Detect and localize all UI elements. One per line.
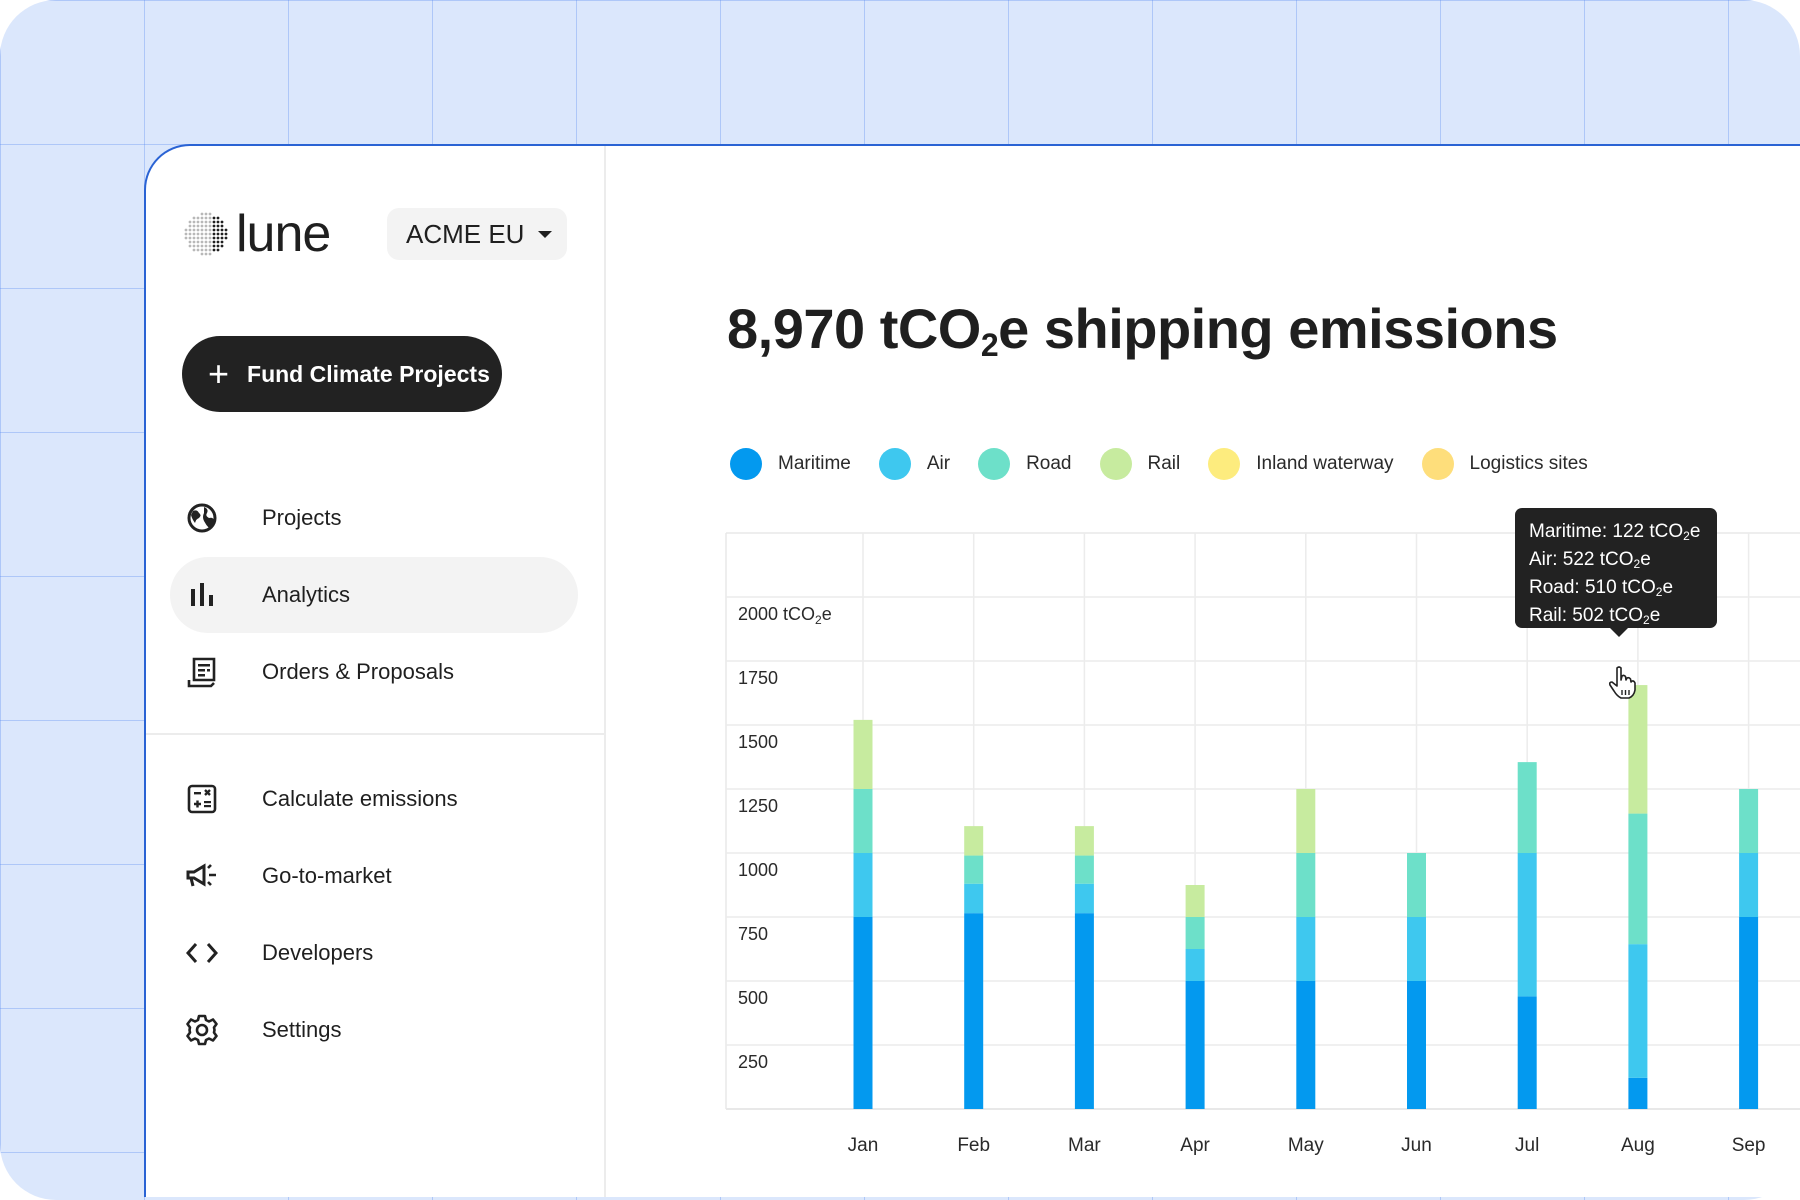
bar-segment-air [1296, 917, 1316, 981]
x-tick-label: Aug [1621, 1135, 1655, 1156]
org-selector-label: ACME EU [406, 218, 525, 249]
sidebar-item-go-to-market[interactable]: Go-to-market [170, 838, 578, 914]
sidebar-item-label: Analytics [262, 582, 351, 607]
bar-segment-road [1296, 853, 1316, 917]
y-tick-label: 1500 [738, 732, 778, 752]
megaphone-icon [184, 858, 220, 894]
logo-text: lune [236, 205, 331, 263]
bar-segment-maritime [964, 913, 984, 1109]
tooltip-line: Road: 510 tCO2e [1529, 577, 1674, 599]
chart-tooltip: Maritime: 122 tCO2e Air: 522 tCO2e Road: 5… [1515, 508, 1717, 637]
y-tick-label: 500 [738, 988, 768, 1008]
y-tick-label: 750 [738, 924, 768, 944]
hand-pointer-cursor-icon [1608, 666, 1636, 699]
receipt-icon [184, 654, 220, 690]
bar-segment-rail [1628, 685, 1648, 814]
sidebar-divider [146, 733, 606, 735]
sidebar-item-analytics[interactable]: Analytics [170, 557, 578, 633]
sidebar-item-projects[interactable]: Projects [170, 480, 578, 556]
bar-segment-air [1628, 944, 1648, 1078]
bar-segment-road [853, 789, 873, 853]
sidebar-item-label: Settings [262, 1017, 342, 1042]
sidebar-item-label: Calculate emissions [262, 786, 458, 811]
sidebar-item-calculate-emissions[interactable]: Calculate emissions [170, 761, 578, 837]
gear-icon [184, 1012, 220, 1048]
bar-segment-maritime [1739, 917, 1759, 1109]
bar-segment-road [1628, 813, 1648, 945]
sidebar-item-label: Projects [262, 505, 342, 530]
x-tick-label: Apr [1180, 1135, 1210, 1156]
fund-climate-projects-button[interactable]: + Fund Climate Projects [182, 336, 502, 412]
sidebar-item-label: Go-to-market [262, 863, 392, 888]
bar-segment-road [1185, 917, 1205, 949]
bar-segment-air [853, 853, 873, 917]
y-tick-label: 250 [738, 1052, 768, 1072]
sidebar-item-label: Developers [262, 940, 374, 965]
x-tick-label: Jun [1401, 1135, 1432, 1156]
bar-segment-rail [853, 719, 873, 789]
bar-segment-air [1407, 917, 1426, 981]
bar-segment-air [1185, 949, 1205, 981]
bar-segment-maritime [1296, 981, 1316, 1109]
bar-segment-maritime [1074, 913, 1094, 1109]
bar-segment-air [1517, 853, 1537, 997]
sidebar: lune ACME EU + Fund Climate Projects Pro… [146, 146, 606, 1197]
lune-logo[interactable]: lune [184, 205, 331, 263]
y-tick-label: 1250 [738, 796, 778, 816]
sidebar-item-settings[interactable]: Settings [170, 992, 578, 1068]
main-content: 8,970 tCO2e shipping emissions Maritime A… [606, 146, 1800, 1197]
bar-segment-maritime [1628, 1077, 1648, 1109]
y-tick-label: 1750 [738, 668, 778, 688]
tooltip-line: Maritime: 122 tCO2e [1529, 521, 1701, 543]
bar-segment-rail [964, 826, 984, 856]
bar-segment-road [1407, 853, 1426, 917]
sidebar-item-orders-proposals[interactable]: Orders & Proposals [170, 634, 578, 710]
bar-segment-maritime [853, 917, 873, 1109]
bar-chart-icon [184, 577, 220, 613]
bar-segment-road [1517, 762, 1537, 853]
bar-segment-road [1739, 789, 1759, 853]
bar-segment-road [964, 855, 984, 884]
lune-logo-icon [184, 212, 228, 256]
bar-segment-road [1074, 855, 1094, 884]
bar-segment-air [1739, 853, 1759, 917]
x-tick-label: Feb [957, 1135, 990, 1156]
x-tick-label: Mar [1068, 1135, 1101, 1156]
bar-segment-maritime [1517, 996, 1537, 1109]
x-tick-label: Sep [1732, 1135, 1766, 1156]
calculator-icon [184, 781, 220, 817]
globe-icon [184, 500, 220, 536]
app-window: lune ACME EU + Fund Climate Projects Pro… [144, 144, 1800, 1197]
bar-segment-maritime [1185, 981, 1205, 1109]
x-tick-label: May [1288, 1135, 1324, 1156]
tooltip-line: Rail: 502 tCO2e [1529, 605, 1661, 627]
sidebar-item-developers[interactable]: Developers [170, 915, 578, 991]
bar-segment-rail [1074, 826, 1094, 856]
code-icon [184, 935, 220, 971]
tooltip-line: Air: 522 tCO2e [1529, 549, 1651, 571]
bar-segment-rail [1296, 789, 1316, 853]
bar-segment-air [1074, 883, 1094, 914]
caret-down-icon [538, 230, 553, 238]
bar-segment-air [964, 883, 984, 914]
plus-icon: + [208, 353, 230, 394]
org-selector[interactable]: ACME EU [387, 208, 567, 260]
x-tick-label: Jan [848, 1135, 879, 1156]
x-tick-label: Jul [1515, 1135, 1539, 1156]
bar-segment-rail [1185, 885, 1205, 917]
sidebar-item-label: Orders & Proposals [262, 659, 454, 684]
fund-button-label: Fund Climate Projects [247, 360, 490, 387]
y-tick-label: 1000 [738, 860, 778, 880]
bar-segment-maritime [1407, 981, 1426, 1109]
